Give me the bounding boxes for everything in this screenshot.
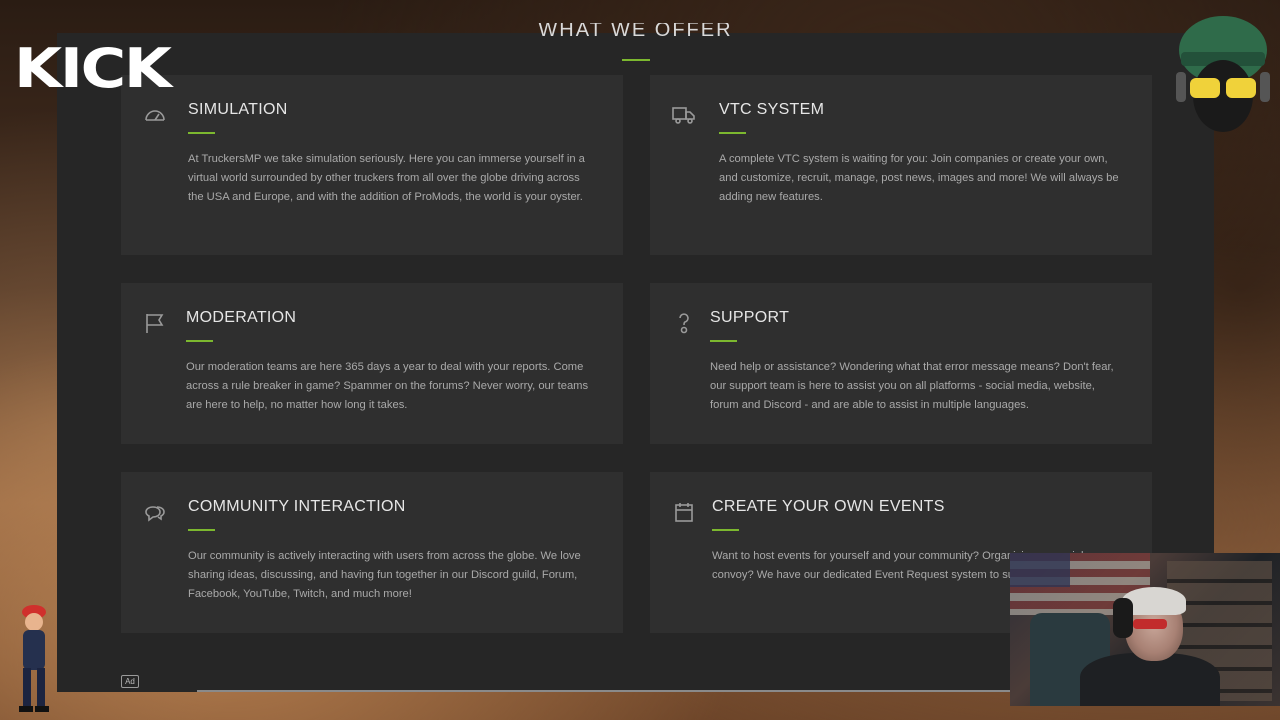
section-title-underline [622,59,650,61]
heading-underline [188,132,215,134]
feature-description: Need help or assistance? Wondering what … [710,361,1114,411]
flag-canton [1010,553,1070,587]
glasses [1133,619,1167,629]
horizontal-divider [197,690,1017,692]
heading-underline [188,529,215,531]
flag-icon [143,311,167,335]
speedometer-icon [143,103,167,127]
feature-heading: SUPPORT [710,309,790,326]
streamer-avatar [1176,10,1270,140]
chat-bubbles-icon [143,500,167,524]
heading-underline [719,132,746,134]
feature-heading: CREATE YOUR OWN EVENTS [712,498,945,515]
heading-underline [186,340,213,342]
question-icon [672,311,696,335]
heading-underline [710,340,737,342]
feature-card-vtc-system: VTC SYSTEM A complete VTC system is wait… [650,75,1152,255]
feature-heading: COMMUNITY INTERACTION [188,498,406,515]
truck-icon [672,103,696,127]
headset-icon [1113,598,1133,638]
feature-heading: SIMULATION [188,101,288,118]
feature-card-community-interaction: COMMUNITY INTERACTION Our community is a… [121,472,623,633]
heading-underline [712,529,739,531]
feature-description: Our moderation teams are here 365 days a… [186,361,589,411]
feature-card-simulation: SIMULATION At TruckersMP we take simulat… [121,75,623,255]
feature-heading: VTC SYSTEM [719,101,825,118]
feature-heading: MODERATION [186,309,297,326]
webcam-overlay [1010,553,1280,706]
feature-description: A complete VTC system is waiting for you… [719,153,1119,203]
feature-card-support: SUPPORT Need help or assistance? Wonderi… [650,283,1152,444]
kick-logo: KICK [14,37,172,100]
ad-badge[interactable]: Ad [121,675,139,688]
feature-description: At TruckersMP we take simulation serious… [188,153,585,203]
feature-description: Our community is actively interacting wi… [188,550,581,600]
mascot-sticker [15,602,57,716]
feature-card-moderation: MODERATION Our moderation teams are here… [121,283,623,444]
section-title: WHAT WE OFFER [538,23,733,41]
calendar-icon [672,500,696,524]
